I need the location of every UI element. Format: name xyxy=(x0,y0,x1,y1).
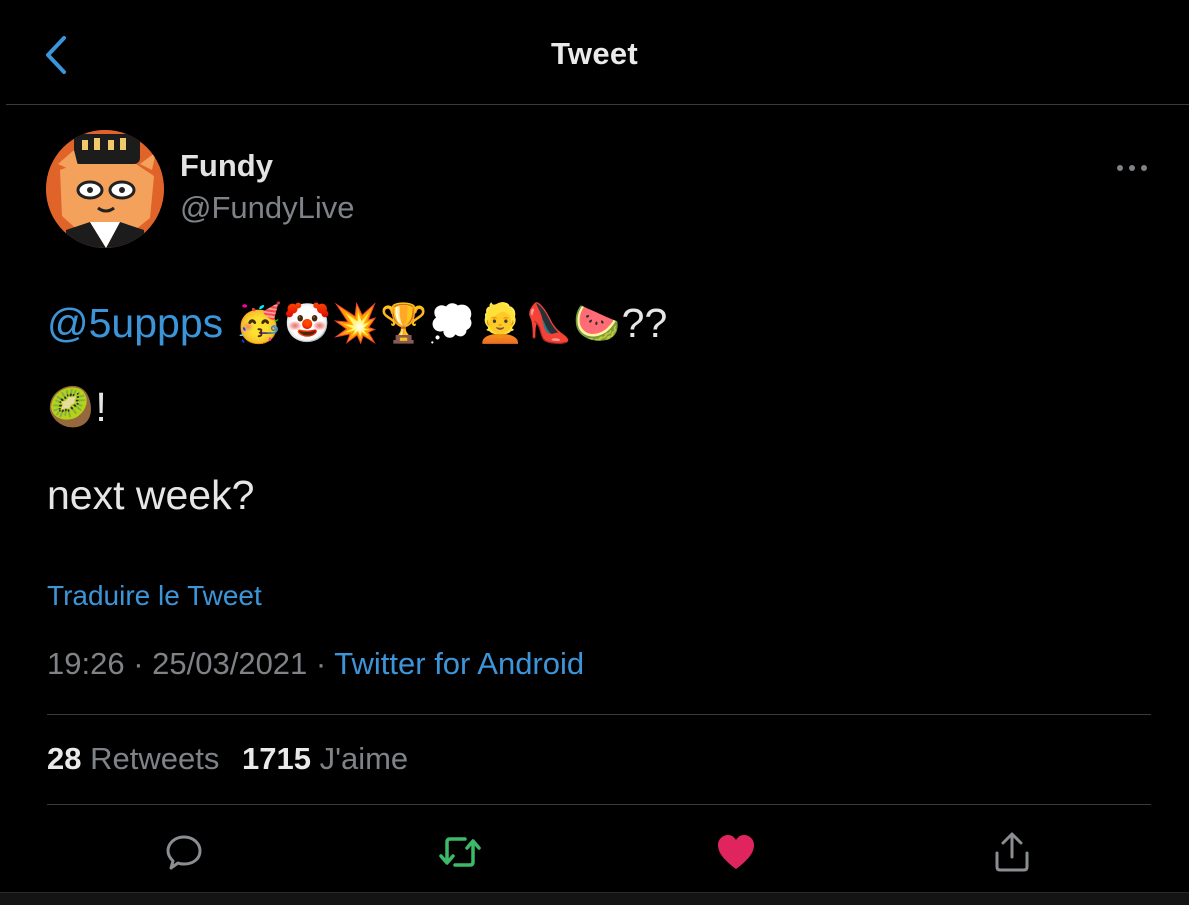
meta-separator: · xyxy=(307,646,335,681)
author-handle[interactable]: @FundyLive xyxy=(180,190,355,226)
header-divider xyxy=(6,104,1189,105)
more-options-button[interactable] xyxy=(1112,150,1152,186)
avatar[interactable] xyxy=(46,130,164,248)
translate-tweet-link[interactable]: Traduire le Tweet xyxy=(47,580,262,612)
page-title: Tweet xyxy=(550,36,639,71)
kiwi-emoji: 🥝 xyxy=(47,386,96,429)
mention-link[interactable]: @5uppps xyxy=(47,300,223,347)
like-button[interactable] xyxy=(712,828,760,876)
more-horizontal-icon xyxy=(1117,165,1147,171)
retweet-icon xyxy=(439,837,481,867)
tweet-stats: 28 Retweets 1715 J'aime xyxy=(47,741,422,777)
divider xyxy=(47,804,1151,805)
author-display-name[interactable]: Fundy xyxy=(180,148,273,184)
bottom-bar xyxy=(0,892,1189,905)
likes-stat[interactable]: 1715 J'aime xyxy=(242,741,408,776)
likes-label: J'aime xyxy=(319,741,409,776)
reply-icon xyxy=(166,835,202,870)
retweets-stat[interactable]: 28 Retweets xyxy=(47,741,219,776)
tweet-text-line-1: @5uppps 🥳🤡💥🏆💭👱👠🍉 ?? xyxy=(47,300,667,347)
divider xyxy=(47,714,1151,715)
question-marks: ?? xyxy=(621,300,668,346)
tweet-date: 25/03/2021 xyxy=(152,646,308,681)
tweet-text-line-3: next week? xyxy=(47,472,255,518)
share-button[interactable] xyxy=(988,828,1036,876)
top-nav-bar: Tweet xyxy=(0,0,1189,105)
fox-avatar-icon xyxy=(46,130,164,248)
tweet-detail-page: Tweet Fundy @FundyLive @5uppps 🥳🤡💥🏆💭👱👠🍉 … xyxy=(0,0,1189,905)
heart-icon xyxy=(718,835,754,869)
exclamation-mark: ! xyxy=(95,384,107,430)
tweet-text-line-2: 🥝 ! xyxy=(47,384,107,431)
reply-button[interactable] xyxy=(160,828,208,876)
tweet-metadata: 19:26 · 25/03/2021 · Twitter for Android xyxy=(47,646,584,682)
tweet-source-link[interactable]: Twitter for Android xyxy=(334,646,584,681)
emoji-sequence: 🥳🤡💥🏆💭👱👠🍉 xyxy=(235,302,622,345)
tweet-time: 19:26 xyxy=(47,646,125,681)
retweets-count: 28 xyxy=(47,741,82,776)
retweets-label: Retweets xyxy=(90,741,220,776)
retweet-button[interactable] xyxy=(436,828,484,876)
likes-count: 1715 xyxy=(241,741,311,776)
share-icon xyxy=(995,832,1029,872)
meta-separator: · xyxy=(124,646,153,681)
